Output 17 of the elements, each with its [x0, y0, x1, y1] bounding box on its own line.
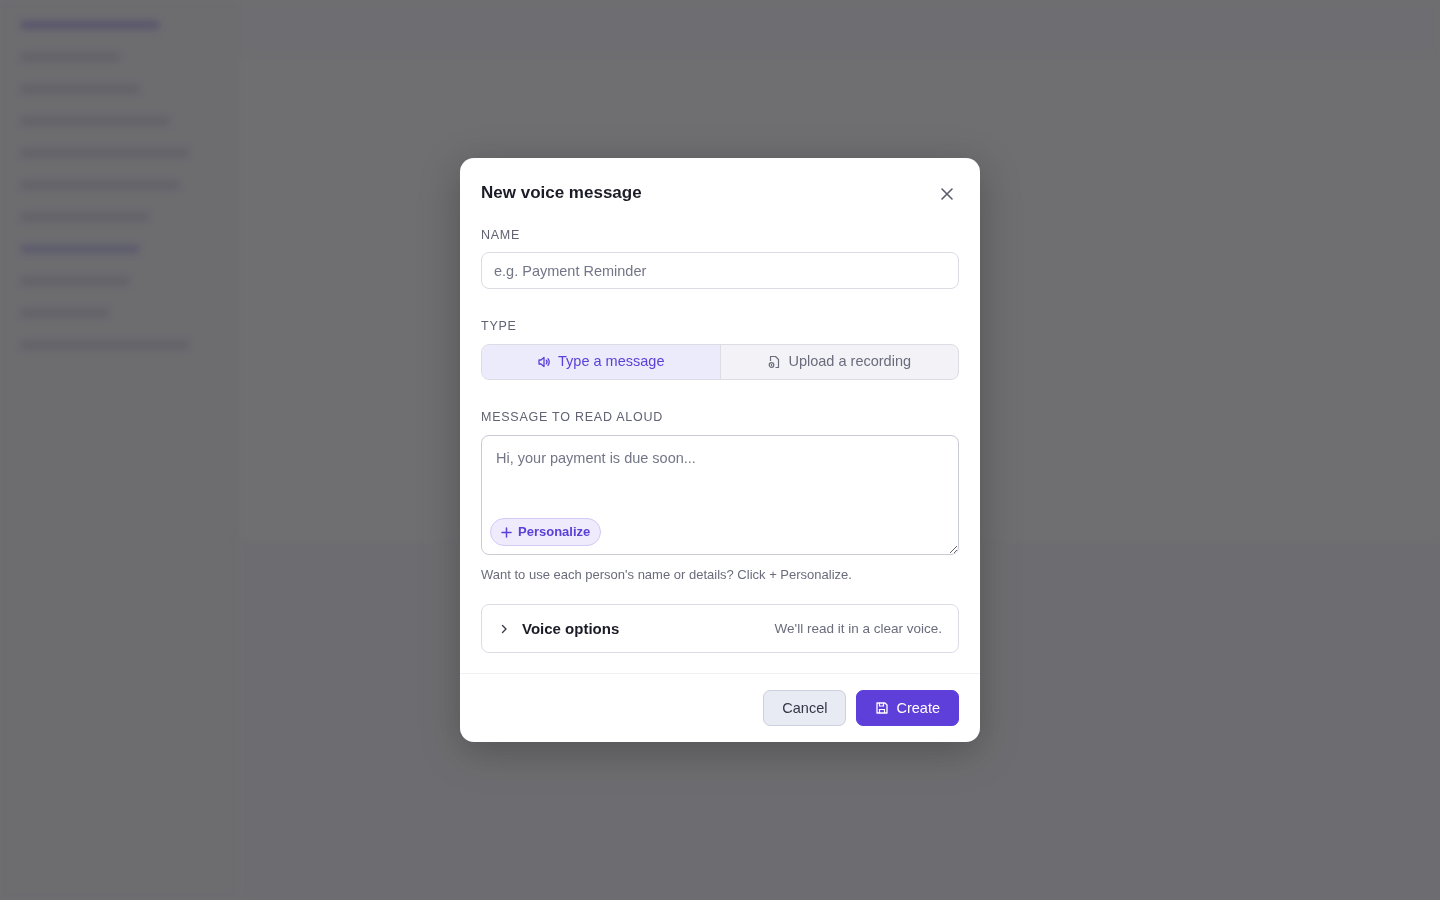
close-icon [939, 185, 955, 202]
plus-icon [501, 526, 512, 538]
type-option[interactable]: Upload a recording [719, 345, 958, 380]
dialog-title: New voice message [481, 183, 642, 204]
hint-text: Want to use each person's name or details? Click + Personalize. [481, 565, 853, 584]
field-label: MESSAGE TO READ ALOUD [481, 409, 663, 427]
create-button[interactable]: Create [856, 690, 959, 727]
speaker-icon [537, 355, 552, 370]
voice-options-toggle[interactable]: Voice options We'll read it in a clear voice. [481, 604, 959, 654]
cancel-button[interactable]: Cancel [763, 690, 847, 727]
audio-file-icon [767, 355, 782, 370]
save-icon [875, 701, 890, 716]
field-label: NAME [481, 226, 521, 244]
field-label: TYPE [481, 318, 517, 336]
type-option[interactable]: Type a message [482, 345, 720, 380]
personalize-button[interactable]: Personalize [490, 518, 602, 546]
name-input[interactable]: e.g. Payment Reminder [481, 252, 959, 290]
